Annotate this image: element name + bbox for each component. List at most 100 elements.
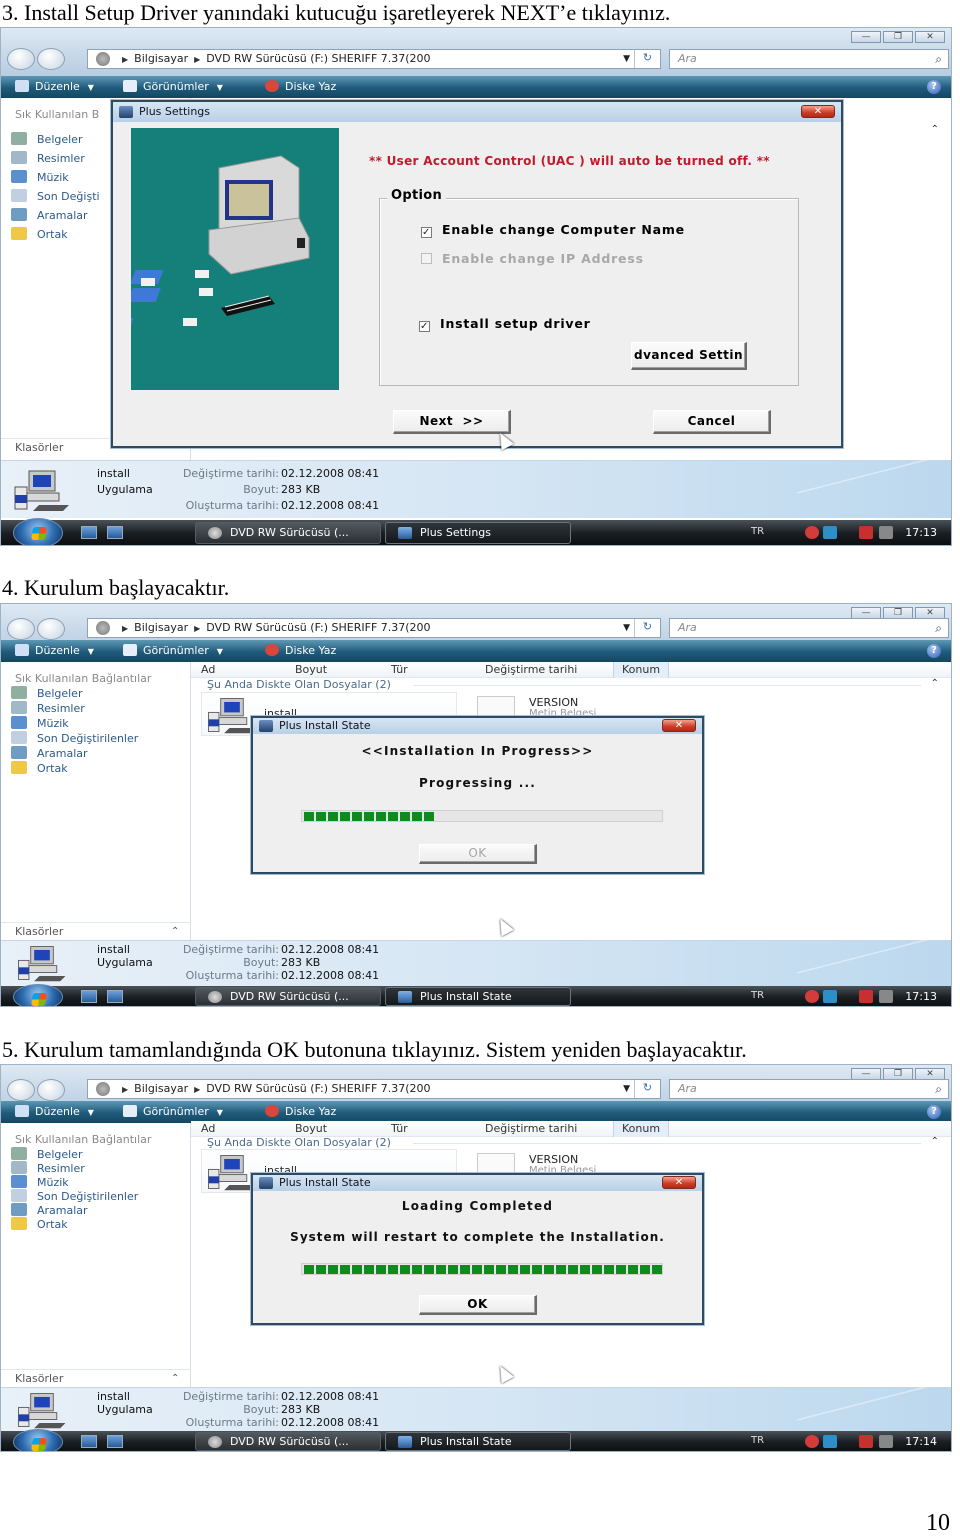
sidebar-icon[interactable] bbox=[823, 526, 837, 539]
column-type[interactable]: Tür bbox=[391, 663, 408, 676]
switch-windows-icon[interactable] bbox=[107, 1435, 123, 1448]
show-desktop-icon[interactable] bbox=[81, 990, 97, 1003]
burn-button[interactable]: Diske Yaz bbox=[265, 640, 336, 662]
breadcrumb-computer[interactable]: Bilgisayar bbox=[134, 621, 188, 634]
volume-muted-icon[interactable] bbox=[879, 526, 893, 539]
dialog-title-bar[interactable]: Plus Install State bbox=[253, 1175, 702, 1191]
taskbar-button-dialog[interactable]: Plus Install State bbox=[385, 987, 571, 1006]
sidebar-icon[interactable] bbox=[823, 1435, 837, 1448]
forward-button[interactable] bbox=[37, 618, 65, 640]
security-alert-icon[interactable] bbox=[805, 990, 819, 1003]
nav-item-pictures[interactable]: Resimler bbox=[11, 151, 85, 165]
network-icon[interactable] bbox=[859, 526, 873, 539]
help-icon[interactable]: ? bbox=[927, 644, 941, 658]
dialog-title-bar[interactable]: Plus Install State bbox=[253, 718, 702, 734]
address-bar[interactable]: ▶ Bilgisayar ▶ DVD RW Sürücüsü (F:) SHERIFF… bbox=[87, 618, 661, 638]
back-button[interactable] bbox=[7, 1079, 35, 1101]
enable-ip-address-checkbox[interactable]: Enable change IP Address bbox=[421, 251, 644, 266]
burn-button[interactable]: Diske Yaz bbox=[265, 76, 336, 98]
organize-button[interactable]: Düzenle ▼ bbox=[15, 1101, 94, 1124]
views-button[interactable]: Görünümler ▼ bbox=[123, 76, 223, 99]
install-setup-driver-checkbox[interactable]: ✓ Install setup driver bbox=[419, 316, 591, 332]
maximize-button[interactable]: ❐ bbox=[883, 31, 913, 43]
close-button[interactable]: ✕ bbox=[915, 31, 945, 43]
clock[interactable]: 17:13 bbox=[905, 990, 937, 1003]
refresh-icon[interactable]: ↻ bbox=[634, 50, 660, 68]
nav-item-music[interactable]: Müzik bbox=[11, 716, 69, 730]
security-alert-icon[interactable] bbox=[805, 526, 819, 539]
help-icon[interactable]: ? bbox=[927, 1105, 941, 1119]
organize-button[interactable]: Düzenle ▼ bbox=[15, 76, 94, 99]
nav-item-public[interactable]: Ortak bbox=[11, 761, 68, 775]
chevron-up-icon[interactable]: ⌃ bbox=[931, 124, 939, 135]
clock[interactable]: 17:14 bbox=[905, 1435, 937, 1448]
cancel-button[interactable]: Cancel bbox=[653, 410, 771, 434]
start-button[interactable] bbox=[13, 1429, 63, 1451]
ok-button[interactable]: OK bbox=[419, 844, 537, 864]
dialog-close-button[interactable]: ✕ bbox=[662, 1176, 696, 1189]
minimize-button[interactable]: — bbox=[851, 31, 881, 43]
folders-toggle[interactable]: Klasörler⌃ bbox=[1, 922, 191, 940]
burn-button[interactable]: Diske Yaz bbox=[265, 1101, 336, 1123]
taskbar-button-dialog[interactable]: Plus Settings bbox=[385, 522, 571, 544]
advanced-settings-button[interactable]: dvanced Settin bbox=[631, 342, 747, 370]
start-button[interactable] bbox=[13, 984, 63, 1006]
security-alert-icon[interactable] bbox=[805, 1435, 819, 1448]
column-name[interactable]: Ad bbox=[201, 663, 215, 676]
breadcrumb-drive[interactable]: DVD RW Sürücüsü (F:) SHERIFF 7.37(200 bbox=[206, 1082, 430, 1095]
show-desktop-icon[interactable] bbox=[81, 526, 97, 539]
nav-item-pictures[interactable]: Resimler bbox=[11, 1161, 85, 1175]
breadcrumb-computer[interactable]: Bilgisayar bbox=[134, 1082, 188, 1095]
back-button[interactable] bbox=[7, 618, 35, 640]
volume-muted-icon[interactable] bbox=[879, 1435, 893, 1448]
search-icon[interactable]: ⌕ bbox=[935, 1080, 942, 1098]
help-icon[interactable]: ? bbox=[927, 80, 941, 94]
taskbar-button-dialog[interactable]: Plus Install State bbox=[385, 1432, 571, 1451]
nav-item-recent[interactable]: Son Değişti bbox=[11, 189, 100, 203]
column-location[interactable]: Konum bbox=[613, 1121, 670, 1137]
taskbar-button-explorer[interactable]: DVD RW Sürücüsü (... bbox=[195, 522, 381, 544]
column-size[interactable]: Boyut bbox=[295, 663, 327, 676]
nav-item-documents[interactable]: Belgeler bbox=[11, 1147, 82, 1161]
refresh-icon[interactable]: ↻ bbox=[634, 1080, 660, 1098]
group-header[interactable]: Şu Anda Diskte Olan Dosyalar (2) bbox=[207, 1136, 391, 1149]
search-input[interactable]: Ara ⌕ bbox=[669, 49, 949, 69]
back-button[interactable] bbox=[7, 48, 35, 70]
taskbar-button-explorer[interactable]: DVD RW Sürücüsü (... bbox=[195, 1432, 381, 1451]
nav-item-recent[interactable]: Son Değiştirilenler bbox=[11, 1189, 138, 1203]
switch-windows-icon[interactable] bbox=[107, 526, 123, 539]
nav-item-searches[interactable]: Aramalar bbox=[11, 1203, 88, 1217]
network-icon[interactable] bbox=[859, 1435, 873, 1448]
search-input[interactable]: Ara ⌕ bbox=[669, 618, 949, 638]
address-bar[interactable]: ▶ Bilgisayar ▶ DVD RW Sürücüsü (F:) SHERIFF… bbox=[87, 49, 661, 69]
breadcrumb-computer[interactable]: Bilgisayar bbox=[134, 52, 188, 65]
search-icon[interactable]: ⌕ bbox=[935, 619, 942, 637]
nav-item-music[interactable]: Müzik bbox=[11, 1175, 69, 1189]
forward-button[interactable] bbox=[37, 48, 65, 70]
column-size[interactable]: Boyut bbox=[295, 1122, 327, 1135]
clock[interactable]: 17:13 bbox=[905, 526, 937, 539]
address-bar[interactable]: ▶ Bilgisayar ▶ DVD RW Sürücüsü (F:) SHERIFF… bbox=[87, 1079, 661, 1099]
organize-button[interactable]: Düzenle ▼ bbox=[15, 640, 94, 663]
group-header[interactable]: Şu Anda Diskte Olan Dosyalar (2) bbox=[207, 678, 391, 691]
taskbar-button-explorer[interactable]: DVD RW Sürücüsü (... bbox=[195, 987, 381, 1006]
column-modified[interactable]: Değiştirme tarihi bbox=[485, 663, 577, 676]
enable-computer-name-checkbox[interactable]: ✓ Enable change Computer Name bbox=[421, 222, 685, 238]
volume-muted-icon[interactable] bbox=[879, 990, 893, 1003]
nav-item-searches[interactable]: Aramalar bbox=[11, 746, 88, 760]
nav-item-searches[interactable]: Aramalar bbox=[11, 208, 88, 222]
chevron-down-icon[interactable]: ▼ bbox=[623, 1080, 630, 1098]
views-button[interactable]: Görünümler ▼ bbox=[123, 640, 223, 663]
nav-item-documents[interactable]: Belgeler bbox=[11, 132, 82, 146]
language-indicator[interactable]: TR bbox=[751, 990, 764, 1001]
folders-toggle[interactable]: Klasörler⌃ bbox=[1, 1369, 191, 1387]
sidebar-icon[interactable] bbox=[823, 990, 837, 1003]
nav-item-documents[interactable]: Belgeler bbox=[11, 686, 82, 700]
column-type[interactable]: Tür bbox=[391, 1122, 408, 1135]
ok-button[interactable]: OK bbox=[419, 1295, 537, 1315]
language-indicator[interactable]: TR bbox=[751, 1435, 764, 1446]
breadcrumb-drive[interactable]: DVD RW Sürücüsü (F:) SHERIFF 7.37(200 bbox=[206, 621, 430, 634]
chevron-up-icon[interactable]: ⌃ bbox=[931, 678, 939, 689]
search-icon[interactable]: ⌕ bbox=[935, 50, 942, 68]
nav-item-public[interactable]: Ortak bbox=[11, 1217, 68, 1231]
